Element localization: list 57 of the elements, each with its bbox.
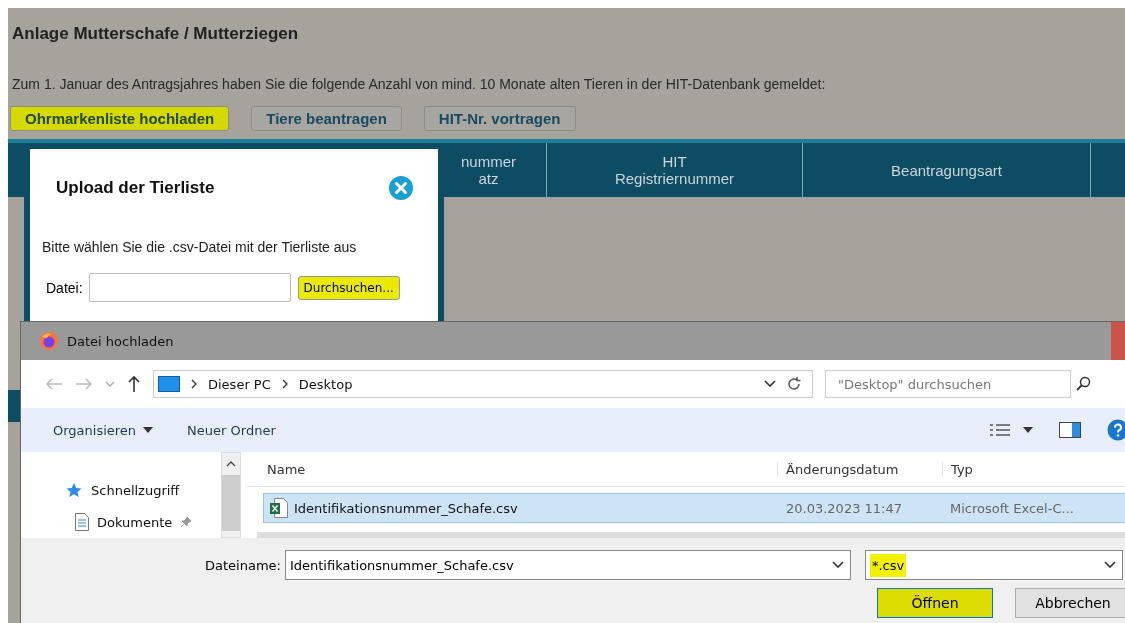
refresh-icon[interactable]	[786, 376, 802, 392]
spreadsheet-file-icon	[270, 498, 288, 518]
file-name: Identifikationsnummer_Schafe.csv	[294, 500, 518, 516]
computer-icon	[158, 376, 180, 392]
nav-item[interactable]: Dokumente	[65, 506, 225, 538]
close-icon[interactable]	[388, 175, 414, 201]
search-field[interactable]: "Desktop" durchsuchen	[825, 370, 1071, 398]
forward-icon[interactable]	[75, 377, 93, 391]
caret-icon[interactable]	[1023, 427, 1033, 433]
file-type: Microsoft Excel-C...	[949, 500, 1075, 516]
breadcrumb[interactable]: Desktop	[298, 376, 353, 392]
browse-button[interactable]: Durchsuchen...	[297, 275, 400, 300]
dialog-button[interactable]: Abbrechen	[1015, 588, 1125, 618]
breadcrumb[interactable]: Dieser PC	[208, 376, 271, 392]
column-header: HIT Registriernummer	[614, 153, 735, 187]
chevron-right-icon	[190, 379, 198, 389]
browser-icon	[39, 331, 59, 351]
document-icon	[75, 513, 89, 531]
field-label: Datei:	[46, 279, 83, 296]
toolbar-button[interactable]: Organisieren	[53, 422, 154, 438]
chevron-up-icon[interactable]	[226, 460, 236, 467]
filename-combobox[interactable]: Identifikationsnummer_Schafe.csv	[284, 550, 851, 580]
file-row[interactable]: Identifikationsnummer_Schafe.csv 20.03.2023 11:47 Microsoft Excel-C...	[263, 493, 1125, 523]
column-header: nummer atz	[461, 153, 516, 187]
toolbar-button[interactable]: Neuer Ordner	[187, 422, 276, 438]
help-icon[interactable]	[1107, 419, 1125, 441]
column-header: Beantragungsart	[891, 161, 1002, 179]
field-label: Dateiname:	[205, 557, 281, 573]
intro-text: Zum 1. Januar des Antragsjahres haben Sie die folgende Anzahl von mind. 10 Monate alten Tieren in der HIT-Datenbank gemeldet:	[12, 76, 827, 92]
pin-icon	[180, 516, 193, 528]
back-icon[interactable]	[45, 377, 63, 391]
up-arrow-icon[interactable]	[127, 375, 141, 393]
action-button[interactable]: HIT-Nr. vortragen	[423, 106, 576, 131]
preview-pane-icon[interactable]	[1059, 422, 1081, 438]
instruction-text: Bitte wählen Sie die .csv-Datei mit der Tierliste aus	[42, 239, 358, 255]
chevron-down-icon	[831, 561, 844, 569]
file-field[interactable]	[88, 273, 291, 302]
address-bar[interactable]: Dieser PC Desktop	[153, 370, 813, 398]
column-header[interactable]: Typ	[942, 461, 1111, 477]
view-options-icon[interactable]	[989, 423, 1011, 437]
column-header[interactable]: Änderungsdatum	[777, 461, 942, 477]
chevron-down-icon	[1103, 561, 1116, 569]
dialog-title: Upload der Tierliste	[56, 178, 215, 198]
filter-combobox[interactable]: *.csv	[864, 550, 1123, 580]
nav-item[interactable]: Schnellzugriff	[65, 474, 215, 506]
chevron-right-icon	[280, 379, 289, 389]
action-button[interactable]: Ohrmarkenliste hochladen	[10, 106, 230, 131]
action-button[interactable]: Tiere beantragen	[251, 106, 402, 131]
search-icon	[1075, 376, 1091, 392]
star-icon	[65, 482, 83, 498]
column-header[interactable]: Name	[247, 461, 777, 477]
file-date: 20.03.2023 11:47	[785, 500, 904, 516]
scrollbar[interactable]	[221, 452, 241, 538]
page-title: Anlage Mutterschafe / Mutterziegen	[12, 24, 300, 44]
window-title: Datei hochladen	[67, 333, 174, 349]
chevron-down-icon[interactable]	[764, 380, 776, 388]
dialog-button[interactable]: Öffnen	[877, 588, 993, 618]
